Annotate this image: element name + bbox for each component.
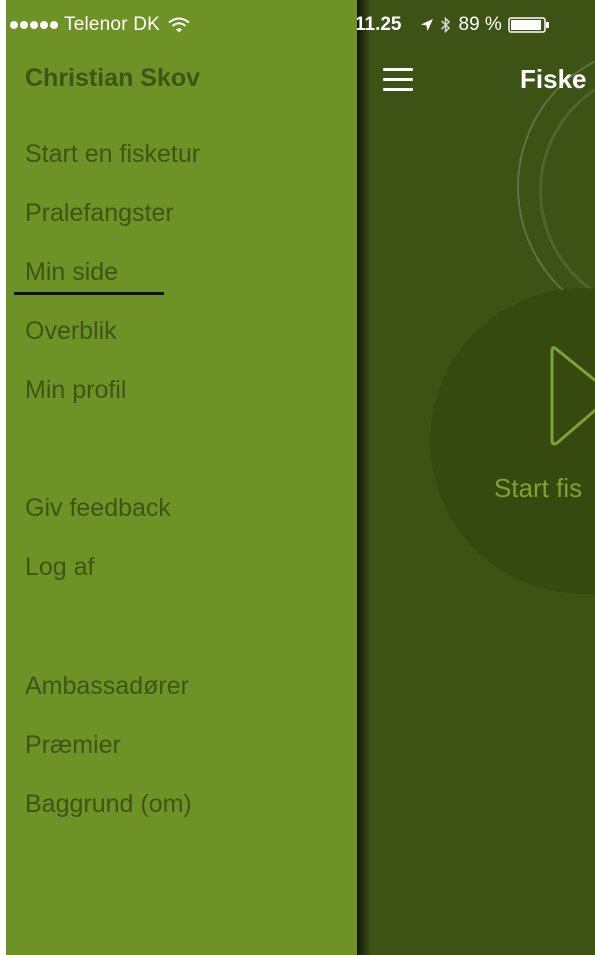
menu-item-brag-catches[interactable]: Pralefangster [25, 199, 174, 228]
signal-strength-icon [10, 21, 58, 29]
start-fishing-label: Start fis [494, 473, 583, 503]
hamburger-menu-icon[interactable] [383, 66, 413, 92]
location-arrow-icon [420, 19, 433, 31]
play-icon [550, 346, 595, 446]
side-drawer: Telenor DK Christian Skov Start en fiske… [6, 0, 357, 955]
status-time: 11.25 [357, 14, 402, 35]
page-title: Fiske [520, 64, 587, 94]
menu-item-log-out[interactable]: Log af [25, 553, 95, 582]
user-name: Christian Skov [25, 64, 201, 92]
menu-item-start-fishing-trip[interactable]: Start en fisketur [25, 140, 200, 169]
menu-item-my-profile[interactable]: Min profil [25, 376, 126, 405]
bluetooth-icon [440, 16, 450, 34]
battery-icon [508, 17, 549, 33]
main-content: 11.25 89 % Fiske Start fis [357, 0, 595, 955]
menu-item-ambassadors[interactable]: Ambassadører [25, 672, 189, 701]
menu-item-background-about[interactable]: Baggrund (om) [25, 790, 192, 819]
menu-item-prizes[interactable]: Præmier [25, 731, 121, 760]
active-item-underline [14, 292, 164, 295]
status-bar-left: Telenor DK [6, 0, 357, 50]
status-bar-right: 11.25 89 % [357, 0, 595, 50]
carrier-name: Telenor DK [64, 14, 160, 35]
menu-item-my-page[interactable]: Min side [25, 258, 118, 287]
app-screen: Telenor DK Christian Skov Start en fiske… [0, 0, 595, 955]
wifi-icon [168, 17, 190, 33]
menu-item-give-feedback[interactable]: Giv feedback [25, 494, 171, 523]
battery-percentage: 89 % [458, 14, 502, 35]
menu-item-overview[interactable]: Overblik [25, 317, 117, 346]
